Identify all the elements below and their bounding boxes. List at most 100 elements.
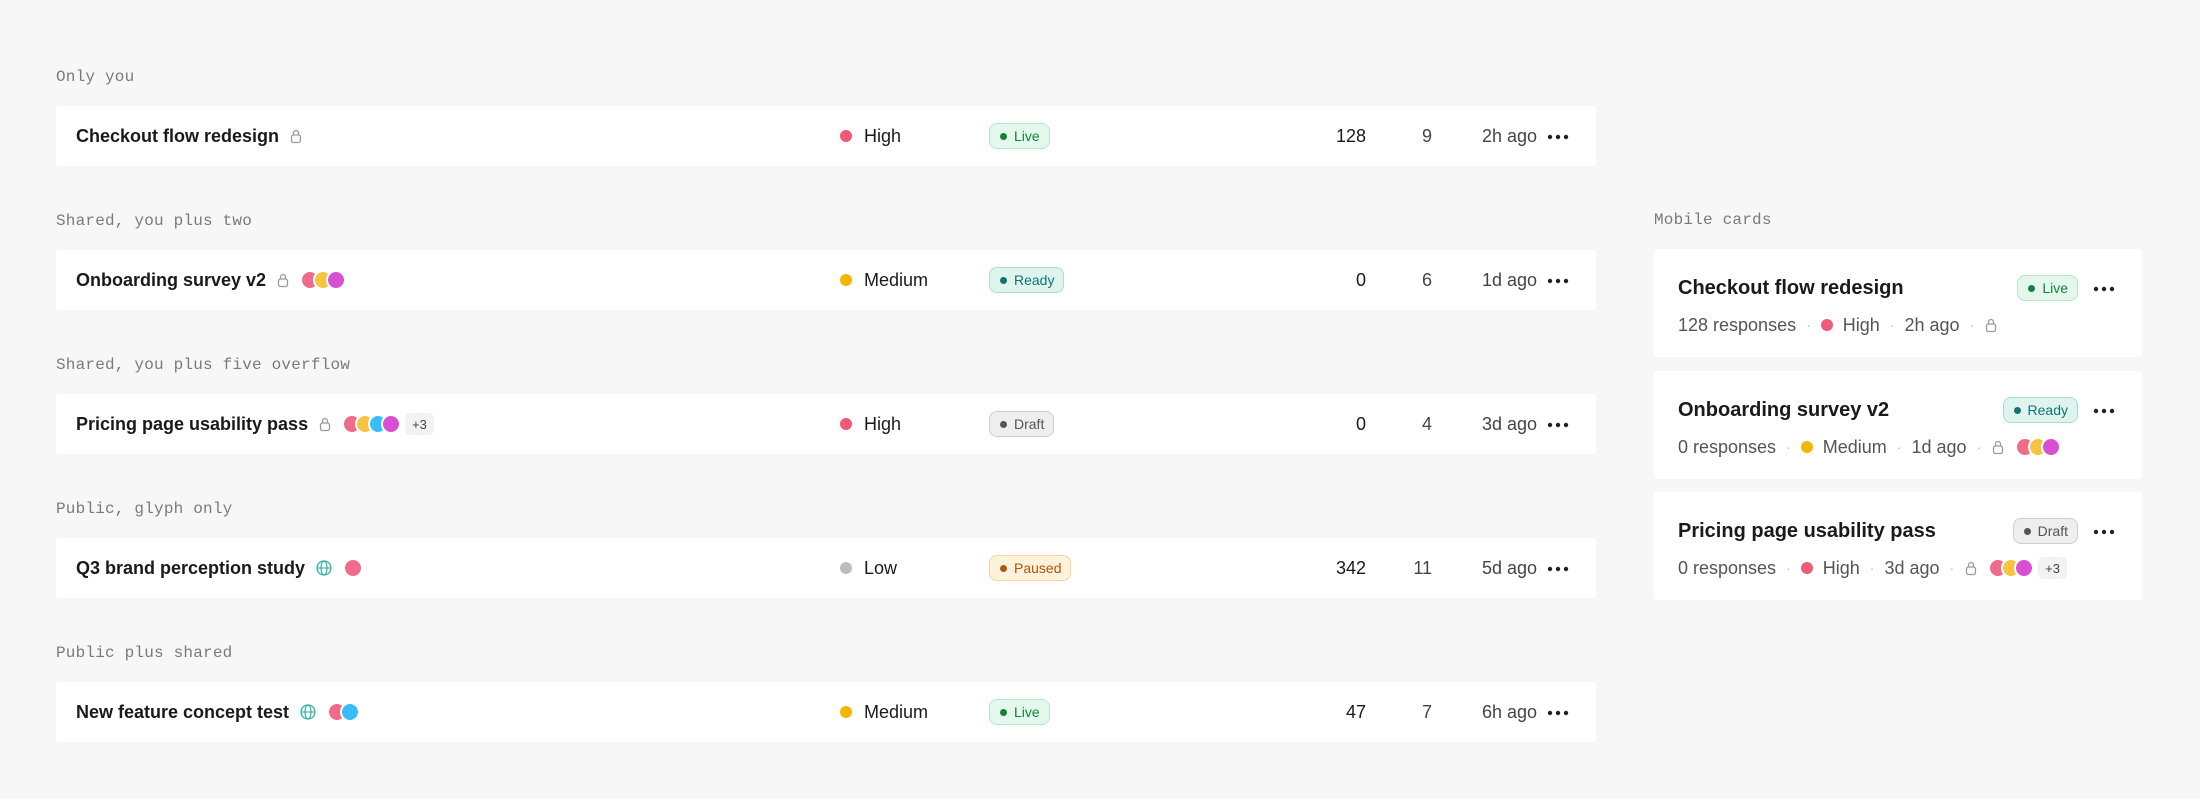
updated-time: 3d ago [1481, 413, 1537, 434]
updated-time: 1d ago [1911, 436, 1967, 457]
mobile-card[interactable]: Pricing page usability pass Draft 0 respon… [1654, 492, 2142, 600]
more-horizontal-icon [1547, 271, 1569, 289]
status-badge: Paused [989, 555, 1072, 581]
card-title[interactable]: Checkout flow redesign [1678, 277, 1904, 300]
name-cell: Q3 brand perception study [76, 538, 364, 598]
table-row[interactable]: Onboarding survey v2 Medium Ready 0 6 1d ago [56, 250, 1596, 310]
status-dot [2023, 527, 2031, 535]
separator-dot: · [1806, 317, 1811, 333]
status-cell: Draft [989, 394, 1055, 454]
responses-count: 128 responses [1678, 314, 1797, 335]
survey-name[interactable]: Onboarding survey v2 [76, 270, 266, 291]
status-badge: Ready [2002, 397, 2078, 423]
card-menu-button[interactable] [2086, 516, 2122, 546]
avatar-group[interactable]: +3 [342, 413, 434, 435]
separator-dot: · [1889, 317, 1895, 333]
priority-dot [1820, 319, 1833, 331]
updated-time: 1d ago [1481, 269, 1537, 290]
row-menu-button[interactable] [1540, 538, 1576, 598]
separator-dot: · [1969, 317, 1975, 333]
priority: High [1820, 314, 1880, 336]
table-row[interactable]: Checkout flow redesign High Live 128 9 2h ago [56, 106, 1596, 166]
table-row[interactable]: Q3 brand perception study Low Paused 342 11 5… [56, 538, 1596, 598]
separator-dot: · [1896, 439, 1902, 455]
status-badge: Draft [2012, 518, 2078, 544]
lock-icon [289, 128, 303, 144]
separator-dot: · [1786, 560, 1791, 576]
survey-name[interactable]: Q3 brand perception study [76, 558, 305, 579]
more-horizontal-icon [1547, 703, 1569, 721]
separator-dot: · [1949, 560, 1955, 576]
status-badge: Live [989, 123, 1050, 149]
card-meta: 128 responses · High · 2h ago · [1678, 311, 1998, 339]
more-horizontal-icon [2093, 522, 2115, 540]
priority-cell: Medium [840, 250, 928, 310]
status-badge: Live [2017, 275, 2078, 301]
mobile-card[interactable]: Onboarding survey v2 Ready 0 responses · Med… [1654, 371, 2142, 479]
name-cell: Pricing page usability pass +3 [76, 394, 434, 454]
avatar-group[interactable] [327, 702, 361, 722]
status-dot [1000, 276, 1007, 284]
status-dot [1000, 708, 1007, 716]
card-title[interactable]: Onboarding survey v2 [1678, 399, 1889, 422]
responses-count: 47 [1345, 701, 1366, 722]
status-cell: Live [989, 682, 1050, 742]
updated-time: 6h ago [1481, 701, 1537, 722]
globe-icon [299, 703, 317, 721]
priority-dot [1800, 441, 1813, 453]
row-menu-button[interactable] [1540, 394, 1576, 454]
avatar-group[interactable] [300, 270, 347, 290]
status-dot [1000, 132, 1007, 140]
avatar-group[interactable]: +3 [1988, 557, 2067, 579]
row-menu-button[interactable] [1540, 250, 1576, 310]
separator-dot: · [1869, 560, 1875, 576]
row-menu-button[interactable] [1540, 682, 1576, 742]
survey-name[interactable]: New feature concept test [76, 702, 289, 723]
card-title[interactable]: Pricing page usability pass [1678, 520, 1936, 543]
status-label: Paused [1014, 560, 1062, 576]
status-label: Draft [2037, 523, 2068, 539]
status-dot [2013, 406, 2021, 414]
priority: Medium [1800, 437, 1887, 458]
priority-label: High [1842, 314, 1880, 335]
section-label: Only you [56, 68, 135, 86]
card-status: Live [2017, 275, 2078, 301]
card-meta: 0 responses · High · 3d ago · +3 [1678, 554, 2067, 582]
card-status: Ready [2002, 397, 2078, 423]
avatar [381, 414, 402, 434]
lock-icon [1964, 560, 1978, 576]
lock-icon [318, 416, 332, 432]
updated-time: 2h ago [1481, 125, 1537, 146]
survey-name[interactable]: Pricing page usability pass [76, 414, 308, 435]
section-label: Mobile cards [1654, 211, 1772, 229]
status-dot [1000, 420, 1007, 428]
priority-label: Medium [864, 269, 929, 290]
separator-dot: · [1976, 439, 1982, 455]
responses-count: 0 responses [1678, 436, 1777, 457]
mobile-card[interactable]: Checkout flow redesign Live 128 responses ·… [1654, 249, 2142, 357]
more-horizontal-icon [1547, 559, 1569, 577]
avatar-group[interactable] [343, 558, 364, 578]
priority: High [1800, 558, 1860, 579]
avatar [2014, 558, 2035, 578]
card-menu-button[interactable] [2086, 395, 2122, 425]
card-status: Draft [2012, 518, 2078, 544]
avatar-group[interactable] [2015, 437, 2062, 457]
responses-count: 128 [1335, 125, 1366, 146]
more-horizontal-icon [1547, 415, 1569, 433]
survey-name[interactable]: Checkout flow redesign [76, 126, 279, 147]
status-label: Live [1014, 128, 1040, 144]
lock-icon [1991, 439, 2005, 455]
section-label: Public plus shared [56, 644, 233, 662]
priority-dot [840, 562, 852, 574]
more-horizontal-icon [1547, 127, 1569, 145]
priority-label: Medium [864, 701, 929, 722]
priority-dot [840, 130, 852, 142]
card-menu-button[interactable] [2086, 273, 2122, 303]
table-row[interactable]: New feature concept test Medium Live 47 7 6h … [56, 682, 1596, 742]
row-menu-button[interactable] [1540, 106, 1576, 166]
responses-count: 342 [1335, 557, 1366, 578]
table-row[interactable]: Pricing page usability pass +3 High Draft 0 4… [56, 394, 1596, 454]
name-cell: Checkout flow redesign [76, 106, 303, 166]
more-horizontal-icon [2093, 279, 2115, 297]
